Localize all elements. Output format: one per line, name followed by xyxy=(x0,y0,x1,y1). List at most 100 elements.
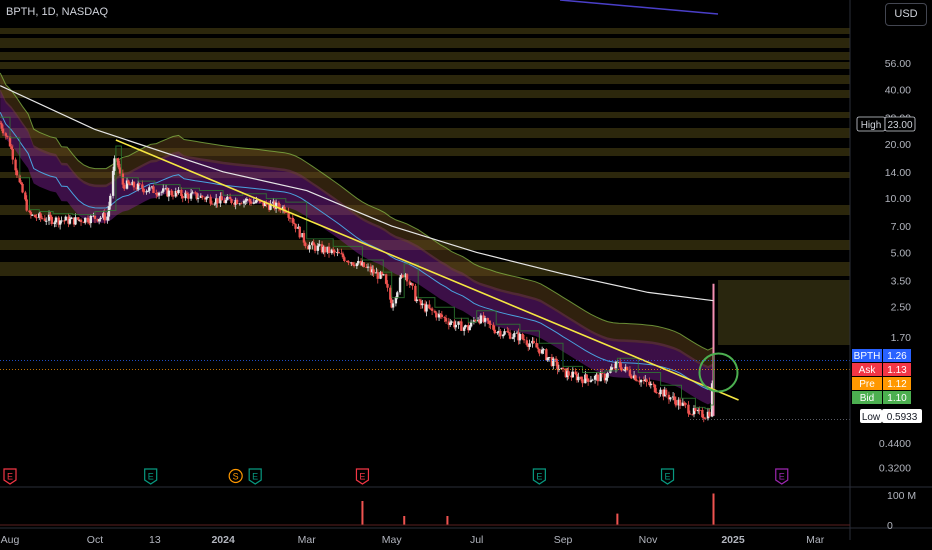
candle-body xyxy=(454,324,457,328)
candle-body xyxy=(653,384,657,393)
candle-body xyxy=(146,190,150,192)
candle-body xyxy=(11,148,14,160)
y-tick-label: 20.00 xyxy=(885,139,911,151)
candle-body xyxy=(687,404,690,414)
volume-bar xyxy=(446,516,449,525)
candle-body xyxy=(49,214,52,217)
candle-body xyxy=(228,196,232,200)
candle-body xyxy=(157,192,161,196)
candle-body xyxy=(142,188,145,193)
event-marker: E xyxy=(532,468,546,485)
candle-body xyxy=(180,189,183,197)
quote-label: Bid xyxy=(860,393,874,404)
candle-body xyxy=(688,413,692,415)
zone-band xyxy=(0,62,850,69)
zone-band xyxy=(0,75,850,84)
candle-body xyxy=(347,261,350,263)
candle-body xyxy=(571,371,574,378)
candle-body xyxy=(522,339,526,341)
event-label: E xyxy=(252,472,258,482)
candle-body xyxy=(645,379,648,382)
candle-body xyxy=(401,274,405,278)
volume-bar xyxy=(712,493,715,525)
candle-body xyxy=(189,193,193,199)
candle-body xyxy=(439,313,442,315)
candle-body xyxy=(418,299,421,301)
zone-box xyxy=(718,280,850,345)
candle-body xyxy=(191,192,194,194)
candle-body xyxy=(518,333,522,341)
x-tick-label: Mar xyxy=(806,534,825,546)
candle-body xyxy=(430,308,434,311)
candle-body xyxy=(123,184,126,189)
candle-body xyxy=(111,170,115,196)
quote-value: 1.13 xyxy=(887,365,907,376)
candle-body xyxy=(84,217,87,223)
candle-body xyxy=(501,334,505,337)
candle-body xyxy=(103,213,106,221)
candle-body xyxy=(121,173,125,185)
time-axis: Aug Oct 13 2024 Mar May Jul Sep Nov 2025 Mar xyxy=(0,527,932,546)
candle-body xyxy=(521,333,524,340)
candle-body xyxy=(435,312,438,318)
candle-body xyxy=(492,324,495,330)
candle-body xyxy=(107,206,111,217)
candle-body xyxy=(618,361,622,368)
candle-body xyxy=(535,342,538,348)
volume-pane: 100 M 0 xyxy=(0,486,932,532)
candle-body xyxy=(60,220,63,222)
price-labels: High 23.00 Low 0.5933 BPTH 1.26 Ask 1.13 Pre 1.12… xyxy=(852,116,922,423)
ma-ribbon xyxy=(0,72,714,405)
candle-body xyxy=(138,183,141,185)
y-tick-label: 40.00 xyxy=(885,85,911,97)
candle-body xyxy=(294,223,297,229)
candle-body xyxy=(308,245,311,250)
candle-body xyxy=(376,272,379,279)
candle-body xyxy=(181,196,184,199)
candle-body xyxy=(291,217,294,223)
candle-body xyxy=(552,358,555,366)
candle-body xyxy=(440,314,444,318)
candle-body xyxy=(556,361,559,370)
candle-body xyxy=(4,133,8,136)
candle-body xyxy=(355,263,359,267)
price-chart[interactable]: 56.0040.0028.0020.0014.0010.007.005.003.… xyxy=(0,0,932,550)
candle-body xyxy=(177,189,180,194)
volume-tick-label: 0 xyxy=(887,520,893,532)
y-tick-label: 10.00 xyxy=(885,193,911,205)
quote-pre: Pre 1.12 xyxy=(852,377,911,390)
candle-body xyxy=(394,297,398,304)
candle-body xyxy=(155,193,158,195)
quote-value: 1.10 xyxy=(887,393,907,404)
candle-body xyxy=(31,214,34,216)
candle-body xyxy=(29,212,33,215)
candle-body xyxy=(405,274,409,282)
candle-body xyxy=(415,299,418,302)
x-tick-label: Aug xyxy=(1,534,20,546)
y-tick-label: 3.50 xyxy=(891,275,912,287)
candle-body xyxy=(673,396,676,401)
candle-body xyxy=(386,283,389,288)
event-marker: S xyxy=(228,468,243,484)
event-marker: E xyxy=(248,468,262,485)
candle-body xyxy=(341,253,345,258)
candle-body xyxy=(249,201,253,204)
candle-body xyxy=(464,325,467,328)
candle-body xyxy=(327,246,331,253)
candle-body xyxy=(302,233,306,243)
candle-body xyxy=(362,262,366,268)
candle-body xyxy=(489,323,492,325)
candle-body xyxy=(54,217,58,223)
candle-body xyxy=(109,195,112,207)
candle-body xyxy=(614,361,618,369)
event-marker: E xyxy=(144,468,158,485)
candle-body xyxy=(649,383,653,386)
quote-ask: Ask 1.13 xyxy=(852,363,911,376)
candle-body xyxy=(384,274,388,284)
x-tick-label: Oct xyxy=(87,534,103,546)
candle-body xyxy=(528,343,531,347)
candle-body xyxy=(50,216,53,225)
candle-body xyxy=(352,264,356,267)
candle-body xyxy=(652,383,655,385)
event-label: E xyxy=(779,472,785,482)
